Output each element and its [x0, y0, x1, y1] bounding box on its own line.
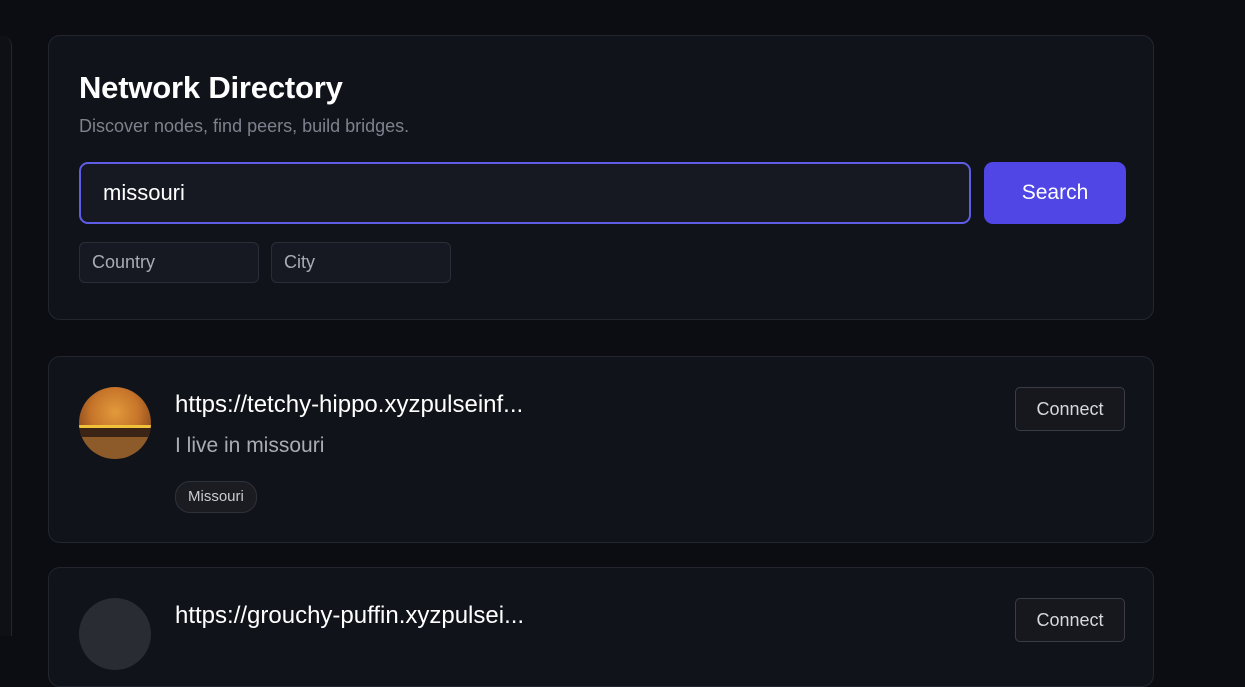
side-panel-edge: [0, 36, 12, 636]
city-filter[interactable]: [271, 242, 451, 283]
result-card: https://tetchy-hippo.xyzpulseinf... I li…: [48, 356, 1154, 543]
country-filter[interactable]: [79, 242, 259, 283]
result-url-link[interactable]: https://tetchy-hippo.xyzpulseinf...: [175, 391, 523, 419]
connect-button[interactable]: Connect: [1015, 387, 1125, 431]
result-description: I live in missouri: [175, 434, 325, 457]
result-url-link[interactable]: https://grouchy-puffin.xyzpulsei...: [175, 602, 524, 630]
search-button[interactable]: Search: [984, 162, 1126, 224]
avatar[interactable]: [79, 387, 151, 459]
search-input[interactable]: [79, 162, 971, 224]
location-tag: Missouri: [175, 481, 257, 513]
page-subtitle: Discover nodes, find peers, build bridge…: [79, 116, 410, 136]
search-panel: Network Directory Discover nodes, find p…: [48, 35, 1154, 320]
result-card: https://grouchy-puffin.xyzpulsei... Conn…: [48, 567, 1154, 687]
avatar[interactable]: [79, 598, 151, 670]
burger-photo-patty: [79, 428, 151, 437]
connect-button[interactable]: Connect: [1015, 598, 1125, 642]
page-title: Network Directory: [79, 70, 343, 105]
